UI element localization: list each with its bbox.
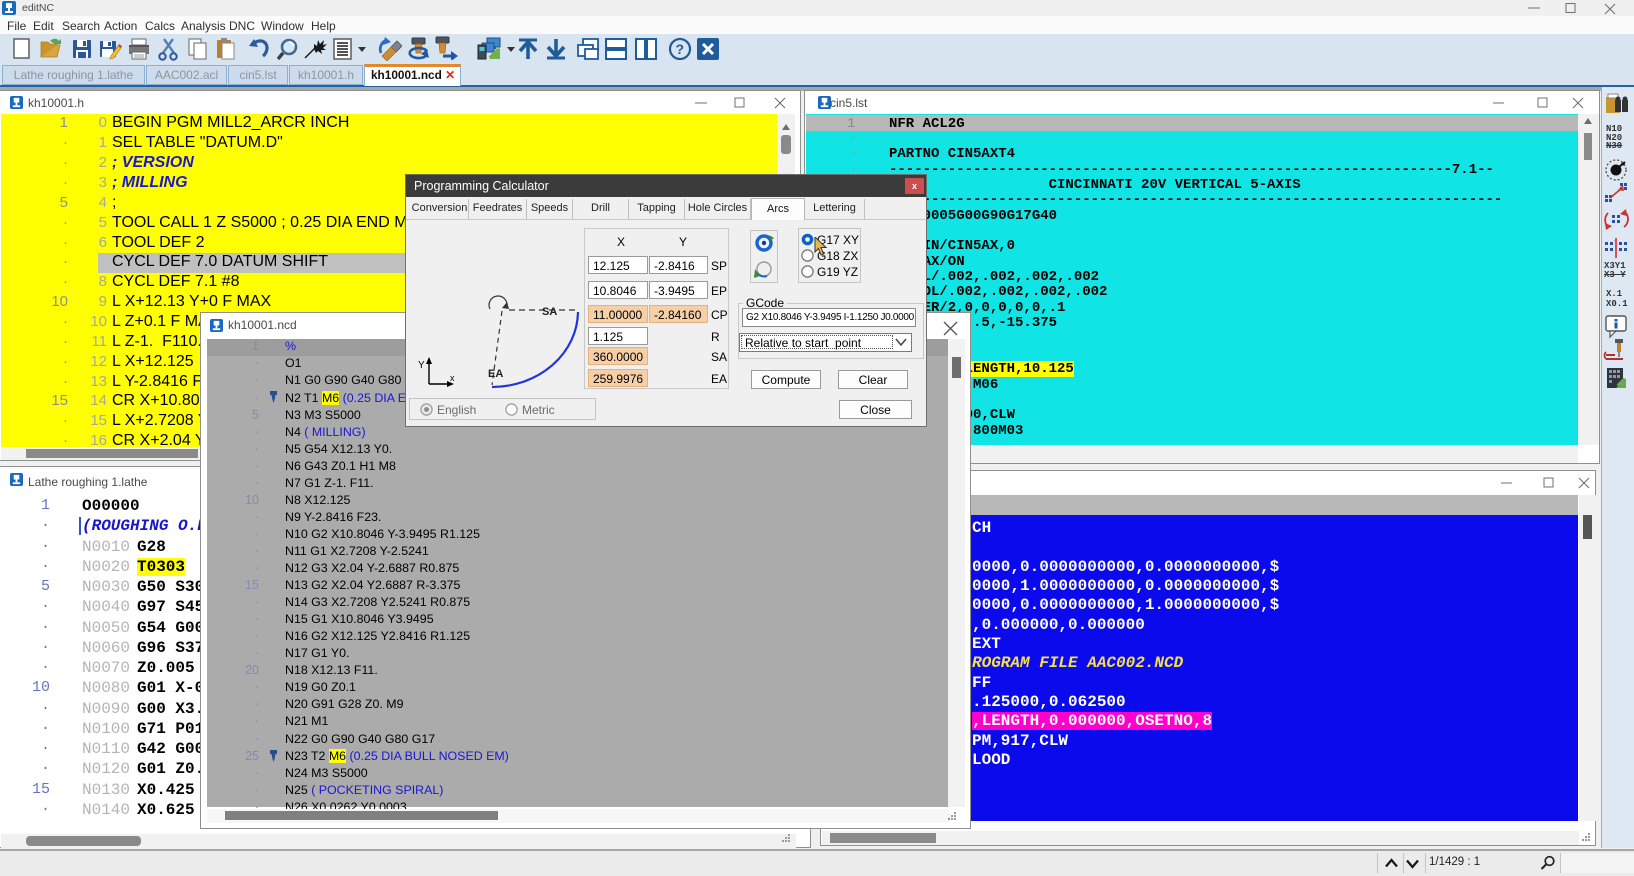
svg-text:EA: EA xyxy=(488,368,503,380)
svg-text:Y: Y xyxy=(418,360,425,371)
svg-text:x: x xyxy=(450,373,455,383)
svg-text:?: ? xyxy=(676,41,685,57)
svg-text:SA: SA xyxy=(542,306,557,318)
